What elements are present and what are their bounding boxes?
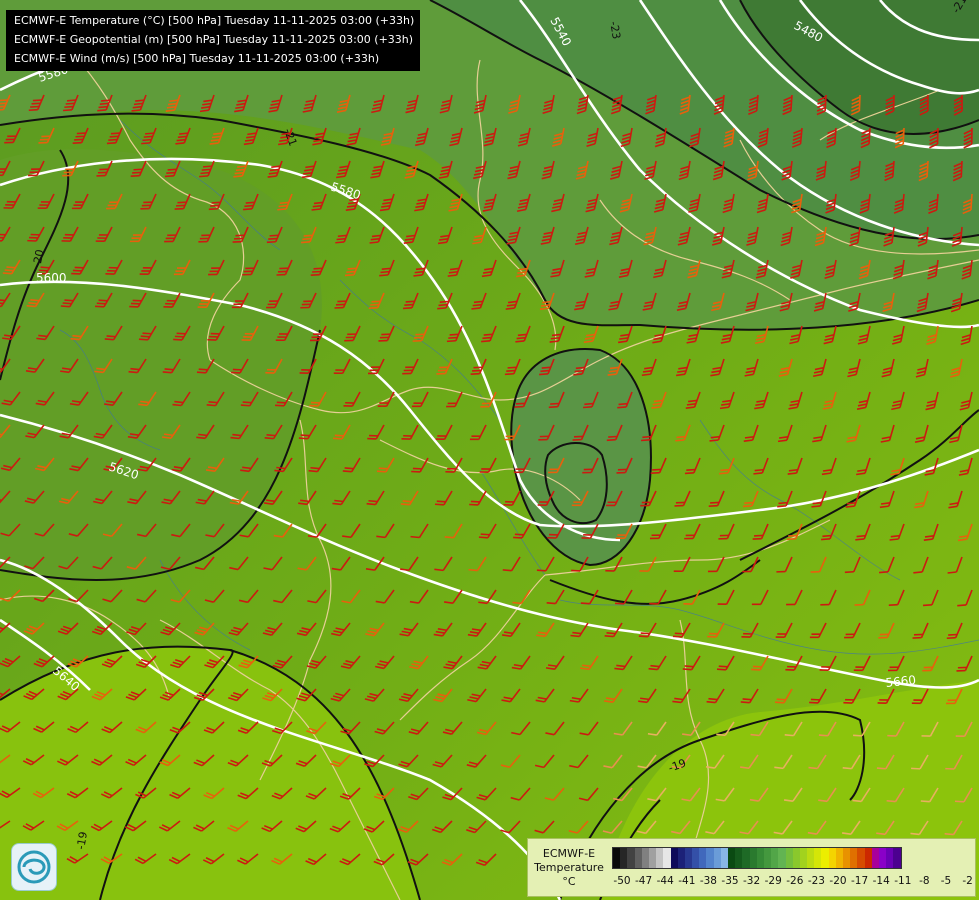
legend-swatch xyxy=(699,848,707,868)
legend-swatch xyxy=(857,848,865,868)
legend-swatch xyxy=(684,848,693,868)
legend-swatch xyxy=(641,848,649,868)
legend-ticks: -50 -47 -44 -41 -38 -35 -32 -29 -26 -23 -20 -17 -14-… xyxy=(612,875,972,889)
legend-tick: -2 xyxy=(962,875,973,887)
legend-swatch xyxy=(720,848,728,868)
legend-swatch xyxy=(713,848,721,868)
legend-tick: -32 xyxy=(743,875,761,887)
temperature-legend: ECMWF-E Temperature °C -50 -47 -44 -41 -38 -3… xyxy=(527,838,976,897)
legend-swatch xyxy=(627,848,635,868)
legend-swatch xyxy=(728,848,736,868)
legend-swatch xyxy=(656,848,664,868)
legend-swatch xyxy=(663,848,671,868)
legend-tick: -44 xyxy=(656,875,674,887)
legend-swatch xyxy=(749,848,757,868)
legend-swatch xyxy=(864,848,872,868)
legend-swatch xyxy=(778,848,786,868)
legend-tick: -5 xyxy=(940,875,952,887)
legend-swatch xyxy=(735,848,743,868)
legend-tick: -14 xyxy=(872,875,890,887)
legend-swatch xyxy=(771,848,779,868)
legend-swatch xyxy=(843,848,851,868)
legend-model: ECMWF-E xyxy=(542,847,596,860)
legend-swatch xyxy=(871,848,879,868)
legend-tick: -17 xyxy=(851,875,869,887)
geopotential-label-5600: 5600 xyxy=(36,271,67,285)
legend-swatch xyxy=(677,848,685,868)
legend-swatch xyxy=(792,848,800,868)
ecmwf-logo-icon xyxy=(11,843,57,891)
legend-swatch xyxy=(620,848,628,868)
legend-tick: -11 xyxy=(894,875,912,887)
legend-variable: Temperature xyxy=(534,861,604,874)
legend-swatch xyxy=(756,848,764,868)
legend-title: ECMWF-E Temperature °C xyxy=(532,847,606,889)
legend-unit: °C xyxy=(562,875,576,888)
legend-tick: -35 xyxy=(721,875,739,887)
legend-swatch xyxy=(886,848,894,868)
legend-swatch xyxy=(742,848,750,868)
legend-swatch xyxy=(648,848,657,868)
legend-tick: -8 xyxy=(919,875,930,887)
legend-swatch xyxy=(814,848,822,868)
legend-tick: -38 xyxy=(699,875,717,887)
legend-swatch xyxy=(634,848,642,868)
weather-map: 5480 5540 5580 5580 5600 5620 5640 5660 … xyxy=(0,0,979,900)
legend-swatch xyxy=(692,848,700,868)
map-header: ECMWF-E Temperature (°C) [500 hPa] Tuesd… xyxy=(6,10,420,71)
legend-swatch xyxy=(799,848,808,868)
legend-tick: -23 xyxy=(807,875,825,887)
legend-tick: -29 xyxy=(764,875,782,887)
legend-swatch xyxy=(850,848,858,868)
legend-swatch xyxy=(878,848,887,868)
legend-tick: -20 xyxy=(829,875,847,887)
header-temperature-line: ECMWF-E Temperature (°C) [500 hPa] Tuesd… xyxy=(14,14,415,27)
legend-tick: -41 xyxy=(678,875,696,887)
legend-swatch xyxy=(807,848,815,868)
legend-swatch xyxy=(763,848,772,868)
legend-tick: -26 xyxy=(786,875,804,887)
legend-swatch xyxy=(835,848,843,868)
legend-swatch xyxy=(893,848,901,868)
header-geopotential-line: ECMWF-E Geopotential (m) [500 hPa] Tuesd… xyxy=(14,33,414,46)
legend-swatch xyxy=(670,848,678,868)
legend-swatch xyxy=(785,848,793,868)
legend-swatch xyxy=(706,848,714,868)
header-wind-line: ECMWF-E Wind (m/s) [500 hPa] Tuesday 11-… xyxy=(14,52,380,65)
legend-swatch xyxy=(613,848,621,868)
legend-tick: -50 xyxy=(613,875,631,887)
legend-color-bar xyxy=(612,847,902,869)
legend-tick: -47 xyxy=(635,875,653,887)
legend-swatch xyxy=(828,848,836,868)
legend-swatch xyxy=(821,848,829,868)
